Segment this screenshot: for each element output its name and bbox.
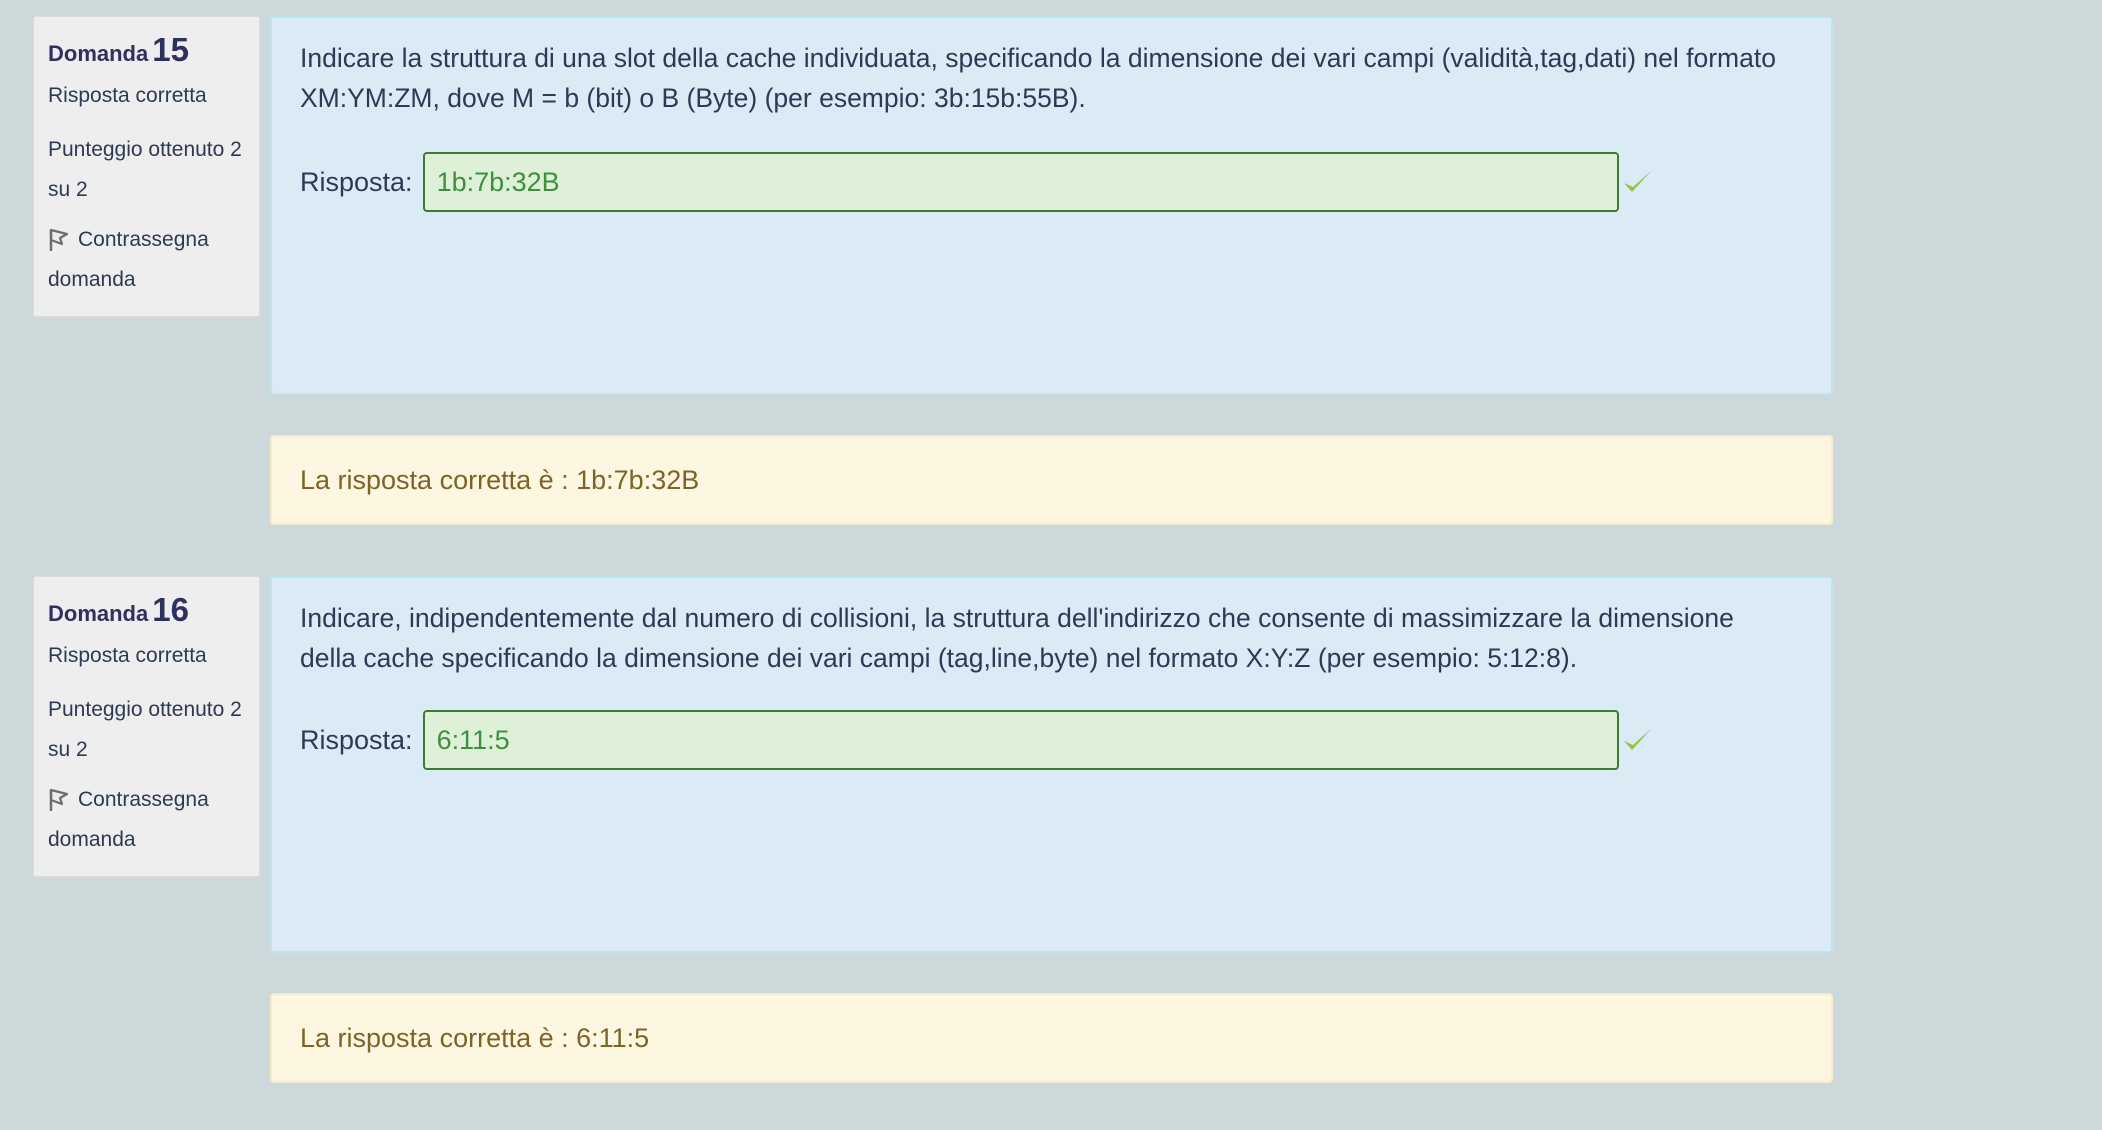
- check-icon: [1623, 728, 1652, 750]
- question-info: Domanda 16 Risposta corretta Punteggio ot…: [33, 576, 260, 877]
- question-text: Indicare la struttura di una slot della …: [300, 43, 1776, 113]
- question-state: Risposta corretta: [48, 84, 207, 107]
- question-label: Domanda: [48, 601, 149, 626]
- flag-label: Contrassegna domanda: [48, 788, 209, 851]
- question-num: 16: [152, 591, 189, 628]
- question-number: Domanda 16: [48, 593, 245, 629]
- answer-row: Risposta:: [300, 710, 1803, 770]
- question-num: 15: [152, 31, 189, 68]
- question-content: Indicare la struttura di una slot della …: [270, 16, 1833, 525]
- right-answer-feedback: La risposta corretta è : 1b:7b:32B: [270, 435, 1833, 525]
- check-icon: [1623, 170, 1652, 192]
- question-state: Risposta corretta: [48, 644, 207, 667]
- question-info: Domanda 15 Risposta corretta Punteggio ot…: [33, 16, 260, 317]
- question-formulation: Indicare la struttura di una slot della …: [270, 16, 1833, 395]
- answer-input[interactable]: [422, 152, 1619, 212]
- answer-label: Risposta:: [300, 166, 413, 197]
- flag-question-link[interactable]: Contrassegna domanda: [48, 780, 245, 860]
- right-answer-feedback: La risposta corretta è : 6:11:5: [270, 993, 1833, 1083]
- flag-icon: [49, 228, 69, 251]
- question-grade: Punteggio ottenuto 2 su 2: [48, 138, 242, 201]
- question-text: Indicare, indipendentemente dal numero d…: [300, 603, 1734, 673]
- question-content: Indicare, indipendentemente dal numero d…: [270, 576, 1833, 1083]
- answer-input[interactable]: [422, 710, 1619, 770]
- question-grade: Punteggio ottenuto 2 su 2: [48, 698, 242, 761]
- flag-label: Contrassegna domanda: [48, 228, 209, 291]
- question-label: Domanda: [48, 41, 149, 66]
- flag-question-link[interactable]: Contrassegna domanda: [48, 220, 245, 300]
- flag-icon: [49, 788, 69, 811]
- question-number: Domanda 15: [48, 33, 245, 69]
- question-formulation: Indicare, indipendentemente dal numero d…: [270, 576, 1833, 953]
- answer-row: Risposta:: [300, 152, 1803, 212]
- answer-label: Risposta:: [300, 724, 413, 755]
